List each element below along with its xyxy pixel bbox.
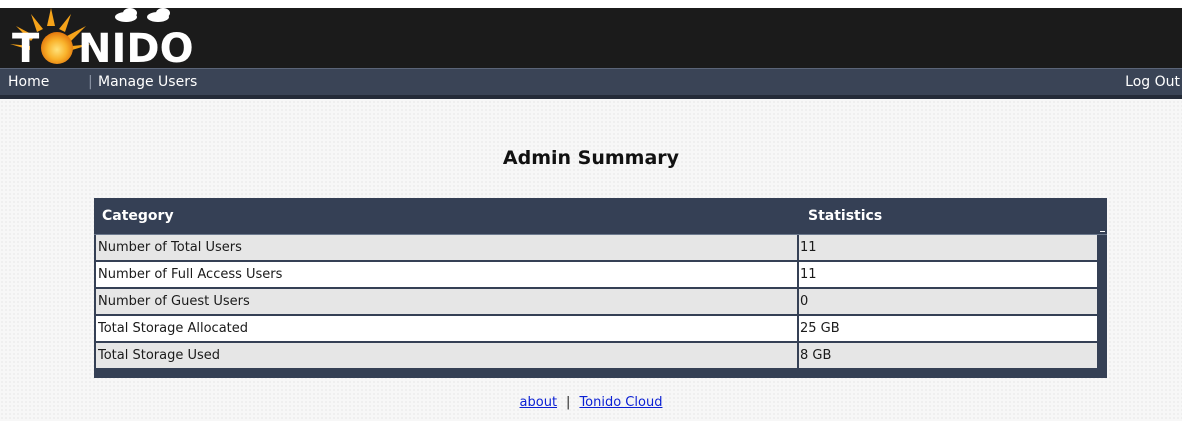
table-header: Category Statistics (94, 198, 1107, 235)
summary-table: Category Statistics Number of Total User… (94, 198, 1107, 378)
cloud-icon (115, 8, 170, 22)
footer-separator: | (566, 395, 571, 410)
table-row: Total Storage Allocated 25 GB (96, 316, 1097, 343)
column-header-statistics[interactable]: Statistics (808, 208, 882, 224)
nav-bar: Home | Manage Users Log Out (0, 68, 1182, 99)
row-category: Number of Full Access Users (96, 262, 799, 287)
nav-separator: | (88, 74, 93, 90)
table-body: Number of Total Users 11 Number of Full … (96, 235, 1097, 370)
table-row: Number of Full Access Users 11 (96, 262, 1097, 289)
row-value: 25 GB (800, 321, 840, 336)
sun-icon (41, 32, 73, 64)
row-category: Number of Guest Users (96, 289, 799, 314)
nav-manage-users-link[interactable]: Manage Users (98, 74, 197, 90)
page-title: Admin Summary (502, 147, 680, 169)
header-scroll-tick (1100, 231, 1105, 232)
column-header-category[interactable]: Category (102, 208, 174, 224)
row-value: 11 (800, 267, 817, 282)
table-row: Number of Total Users 11 (96, 235, 1097, 262)
nav-home-link[interactable]: Home (8, 74, 49, 90)
row-value: 8 GB (800, 348, 832, 363)
footer-links: about | Tonido Cloud (0, 395, 1182, 411)
logo-text: NIDO (78, 26, 194, 70)
row-category: Number of Total Users (96, 235, 799, 260)
row-category: Total Storage Allocated (96, 316, 799, 341)
about-link[interactable]: about (520, 395, 558, 410)
logout-link[interactable]: Log Out (1125, 74, 1180, 90)
table-row: Total Storage Used 8 GB (96, 343, 1097, 370)
tonido-cloud-link[interactable]: Tonido Cloud (579, 395, 662, 410)
table-row: Number of Guest Users 0 (96, 289, 1097, 316)
row-value: 11 (800, 240, 817, 255)
header-bar: T NIDO (0, 8, 1182, 70)
tonido-logo[interactable]: T NIDO (6, 8, 236, 70)
row-category: Total Storage Used (96, 343, 799, 368)
svg-text:T: T (12, 26, 40, 70)
row-value: 0 (800, 294, 809, 309)
top-strip (0, 0, 1182, 8)
